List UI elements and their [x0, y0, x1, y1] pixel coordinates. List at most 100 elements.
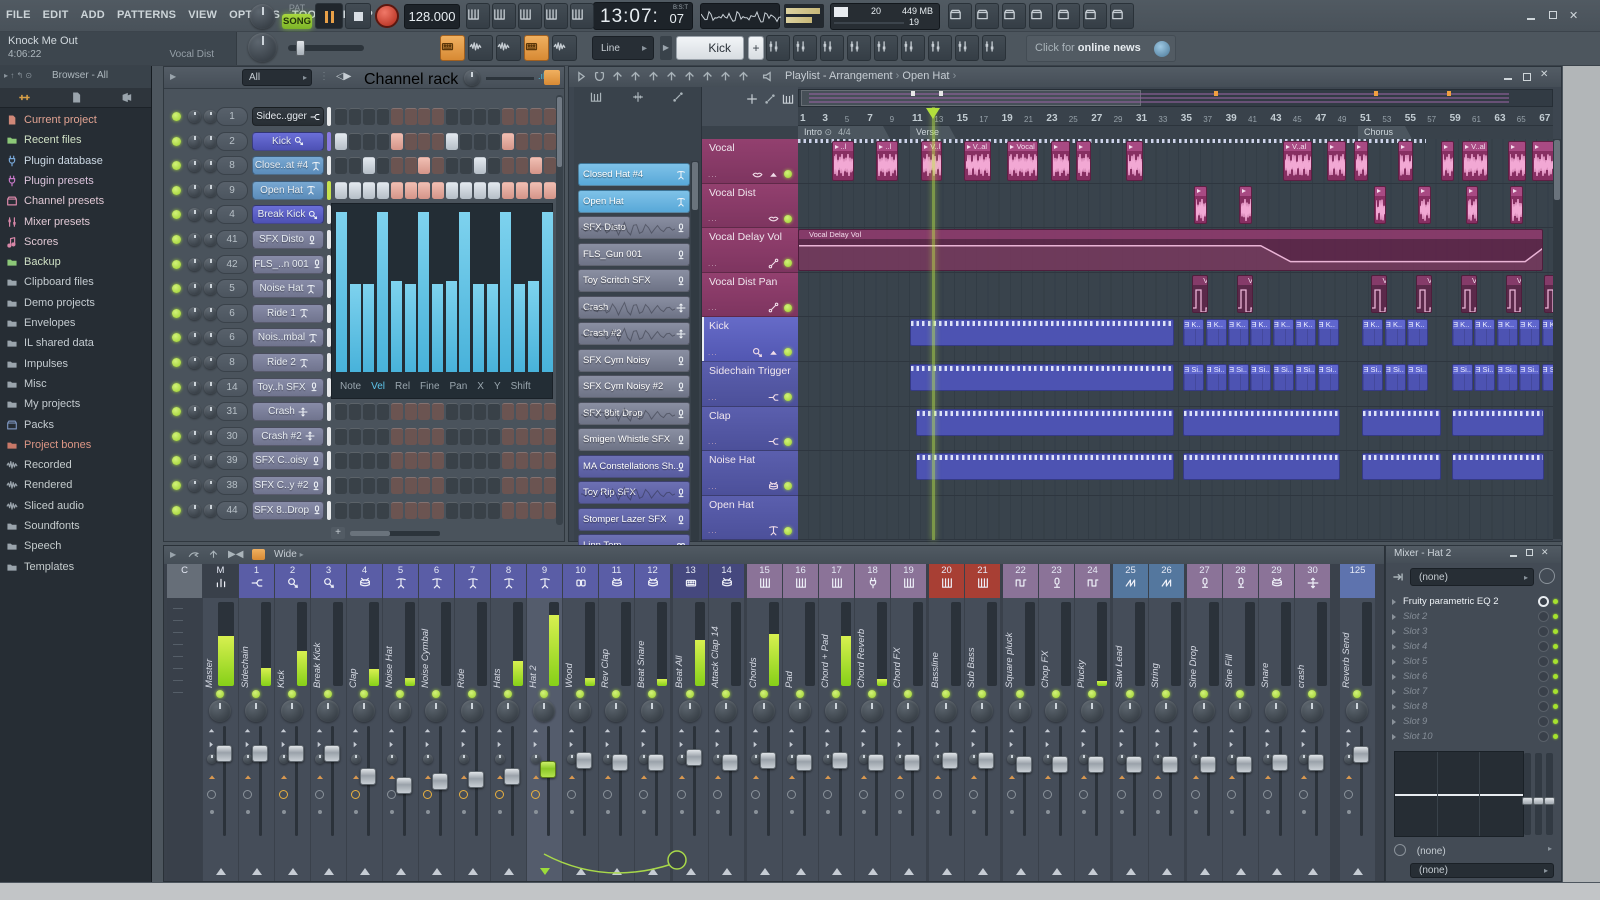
- pan-knob[interactable]: [715, 700, 737, 722]
- mixer-strip-header[interactable]: 28: [1223, 564, 1258, 598]
- pan-knob[interactable]: [861, 700, 883, 722]
- step-cell[interactable]: [460, 427, 473, 445]
- step-cell[interactable]: [501, 132, 514, 150]
- route-to-master-arrow[interactable]: [467, 863, 478, 875]
- vocal-audio-clip[interactable]: [1075, 141, 1092, 181]
- slot-enable-led[interactable]: [1553, 599, 1558, 604]
- step-cell[interactable]: [432, 108, 445, 125]
- pattern-clip-sidechain-trigger[interactable]: Ǝ Si..: [1384, 364, 1406, 391]
- effect-slot-4[interactable]: Slot 4: [1390, 639, 1558, 654]
- step-cell[interactable]: [404, 181, 417, 199]
- mixer-strip-header[interactable]: 6: [419, 564, 454, 598]
- restore-icon[interactable]: [1547, 9, 1560, 22]
- mixer-strip-c[interactable]: C: [167, 564, 202, 881]
- browser-item-packs[interactable]: Packs: [6, 415, 152, 435]
- picker-item-sfx-8bit-drop[interactable]: SFX 8bit Drop: [578, 401, 690, 425]
- step-cell[interactable]: [432, 477, 445, 494]
- volume-fader[interactable]: [612, 753, 628, 771]
- pattern-clip-sidechain-trigger[interactable]: Ǝ Si..: [1228, 364, 1249, 391]
- pattern-clip-kick[interactable]: Ǝ K..: [1317, 319, 1339, 347]
- playlist-close-icon[interactable]: ✕: [1540, 69, 1553, 82]
- slot-mix-knob[interactable]: [1538, 671, 1549, 682]
- slot-enable-led[interactable]: [1553, 644, 1558, 649]
- browser-header[interactable]: ▸ ↑ ↰ ⊙ Browser - All: [0, 66, 151, 88]
- automation-clock-icon[interactable]: [751, 790, 760, 799]
- step-cell[interactable]: [460, 452, 473, 470]
- corner-automation-icon[interactable]: [764, 93, 776, 105]
- vocal-dist-audio-clip[interactable]: [1373, 185, 1386, 224]
- mixer-strip-chord-pad[interactable]: 17 Chord + Pad: [819, 564, 854, 881]
- automation-clock-icon[interactable]: [1117, 790, 1126, 799]
- vocal-dist-audio-clip[interactable]: [1510, 185, 1523, 224]
- slot-enable-led[interactable]: [1553, 629, 1558, 634]
- step-cell[interactable]: [446, 477, 459, 494]
- mute-led[interactable]: [760, 690, 768, 698]
- menu-file[interactable]: FILE: [0, 0, 37, 32]
- step-cell[interactable]: [474, 157, 486, 175]
- track-options[interactable]: ...: [708, 437, 718, 446]
- menu-arrow-icon[interactable]: [575, 70, 588, 83]
- vocal-audio-clip[interactable]: ..l: [876, 141, 898, 181]
- rack-swap-icon[interactable]: ◁▶: [336, 71, 351, 82]
- browser-toggle[interactable]: [874, 35, 898, 61]
- mixer-strip-header[interactable]: 1: [239, 564, 274, 598]
- vocal-dist-pan-automation-clip[interactable]: V..: [1371, 274, 1388, 314]
- slot-enable-led[interactable]: [1553, 674, 1558, 679]
- volume-fader[interactable]: [1272, 753, 1288, 771]
- record-audio-icon[interactable]: [1002, 3, 1026, 29]
- step-cell[interactable]: [543, 108, 556, 125]
- mixer-strip-sidechain[interactable]: 1 Sidechain: [239, 564, 274, 881]
- volume-fader-track[interactable]: [1243, 726, 1246, 836]
- pan-knob[interactable]: [1229, 700, 1251, 722]
- pan-knob[interactable]: [317, 700, 339, 722]
- mixer-strip-header[interactable]: 15: [747, 564, 782, 598]
- volume-fader-track[interactable]: [223, 726, 226, 836]
- song-mode-button[interactable]: SONG: [282, 14, 312, 29]
- mini-knob[interactable]: [351, 754, 361, 764]
- channel-mixer-target[interactable]: [327, 180, 331, 200]
- step-cell[interactable]: [529, 181, 542, 199]
- slot-mix-knob[interactable]: [1538, 701, 1549, 712]
- track-header-noise-hat[interactable]: Noise Hat...: [702, 451, 798, 496]
- pitch-slider[interactable]: [288, 40, 364, 56]
- pattern-clip-block-noise-hat[interactable]: [1362, 453, 1441, 481]
- step-cell[interactable]: [418, 403, 431, 421]
- graph-bar[interactable]: [431, 284, 443, 372]
- channel-pan-knob[interactable]: [188, 454, 201, 468]
- pan-knob[interactable]: [461, 700, 483, 722]
- volume-fader-track[interactable]: [295, 726, 298, 836]
- mute-led[interactable]: [978, 690, 986, 698]
- automation-clock-icon[interactable]: [969, 790, 978, 799]
- mute-led[interactable]: [324, 690, 332, 698]
- pattern-clip-kick[interactable]: Ǝ K..: [1384, 319, 1406, 347]
- stop-button[interactable]: [345, 3, 371, 29]
- volume-fader[interactable]: [942, 752, 958, 770]
- pattern-clip-sidechain-trigger[interactable]: Ǝ Si..: [1317, 364, 1339, 391]
- track-options[interactable]: ...: [708, 214, 718, 223]
- pattern-clip-kick[interactable]: Ǝ K..: [1228, 319, 1249, 347]
- mixer-strip-header[interactable]: 125: [1340, 564, 1375, 598]
- graph-bar[interactable]: [404, 284, 416, 372]
- step-cell[interactable]: [543, 427, 556, 445]
- graph-tab-fine[interactable]: Fine: [420, 381, 439, 396]
- route-to-master-arrow[interactable]: [1307, 863, 1318, 875]
- channel-number[interactable]: 42: [216, 254, 248, 274]
- mixer-strip-header[interactable]: 19: [891, 564, 926, 598]
- vocal-dist-pan-automation-clip[interactable]: V..: [1237, 274, 1253, 314]
- pattern-clip-block-sidechain-trigger[interactable]: [910, 364, 1175, 391]
- volume-fader-track[interactable]: [259, 726, 262, 836]
- step-cell[interactable]: [390, 427, 403, 445]
- vocal-audio-clip[interactable]: ..l: [831, 141, 854, 181]
- pattern-clip-block-noise-hat[interactable]: [1452, 453, 1544, 481]
- eq-slider-thumb[interactable]: [1522, 797, 1533, 805]
- playhead-line[interactable]: [932, 107, 936, 540]
- step-cell[interactable]: [335, 477, 347, 494]
- step-cell[interactable]: [460, 501, 473, 519]
- pan-knob[interactable]: [641, 700, 663, 722]
- vocal-audio-clip[interactable]: V..al: [1462, 141, 1488, 181]
- volume-fader[interactable]: [1353, 746, 1369, 764]
- step-cell[interactable]: [432, 132, 445, 150]
- step-cell[interactable]: [348, 477, 361, 494]
- channel-button[interactable]: Ride 2: [252, 353, 324, 372]
- effect-slot-3[interactable]: Slot 3: [1390, 624, 1558, 639]
